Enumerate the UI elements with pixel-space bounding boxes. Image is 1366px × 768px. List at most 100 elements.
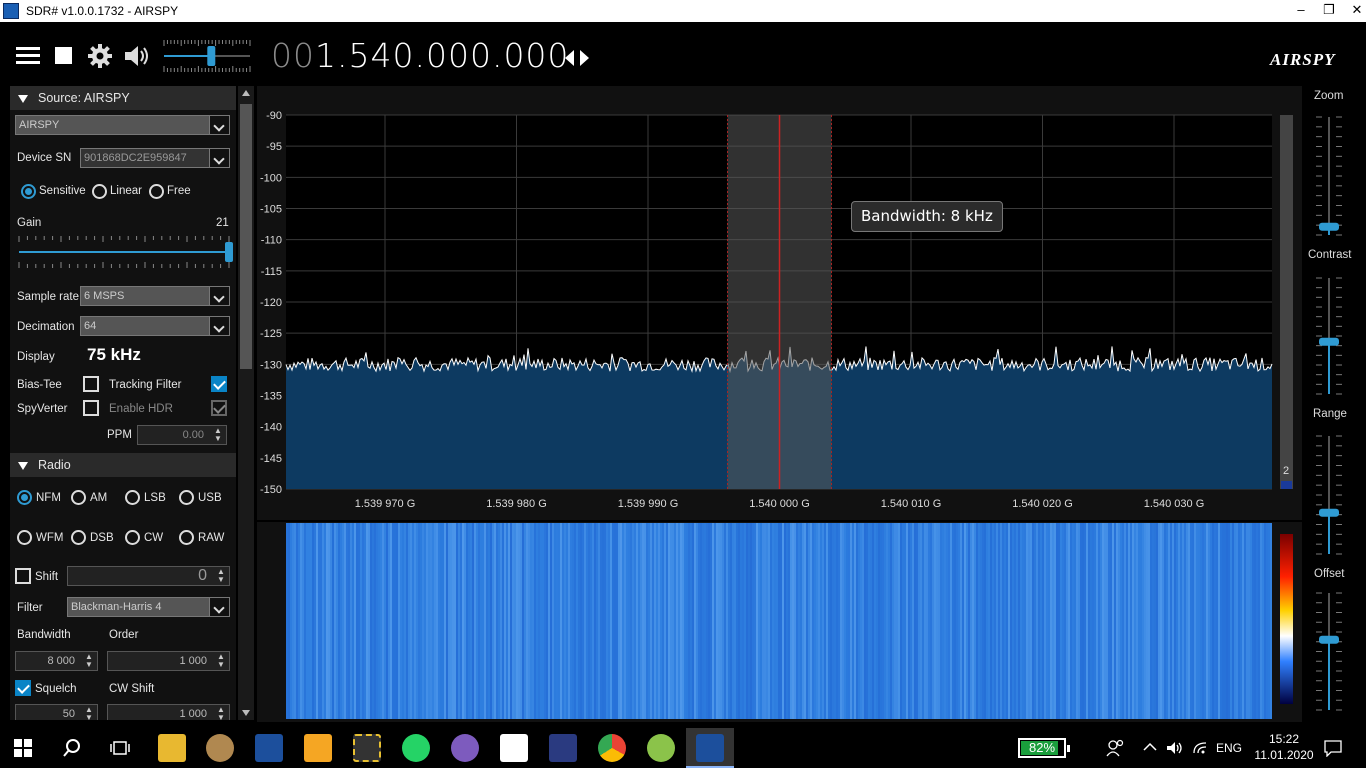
squelch-checkbox[interactable]	[15, 680, 31, 696]
bias-tee-checkbox[interactable]	[83, 376, 99, 392]
spin-arrows-icon[interactable]: ▲ ▼	[215, 706, 227, 721]
search-icon[interactable]	[62, 738, 82, 758]
cw-shift-stepper[interactable]: 1 000 ▲ ▼	[107, 704, 230, 720]
scrollbar-thumb[interactable]	[240, 104, 252, 369]
radio-raw[interactable]	[179, 530, 194, 545]
volume-slider[interactable]	[160, 38, 254, 74]
paint-icon[interactable]	[206, 734, 234, 762]
spin-arrows-icon[interactable]: ▲ ▼	[83, 706, 95, 721]
decimation-select[interactable]: 64	[80, 316, 230, 336]
range-slider[interactable]	[1314, 432, 1344, 558]
filter-select[interactable]: Blackman-Harris 4	[67, 597, 230, 617]
radio-am[interactable]	[71, 490, 86, 505]
spectrum-analyzer[interactable]: -90 -95 -100 -105 -110 -115 -120 -125 -130 -135 -1…	[257, 86, 1302, 520]
wifi-icon[interactable]	[1192, 739, 1210, 757]
sdrsharp-taskbar-button[interactable]	[686, 728, 734, 768]
panel-scrollbar[interactable]	[238, 86, 254, 720]
spin-arrows-icon[interactable]: ▲ ▼	[215, 653, 227, 669]
task-view-icon[interactable]	[110, 738, 130, 758]
enable-hdr-checkbox[interactable]	[211, 400, 227, 416]
spin-arrows-icon[interactable]: ▲ ▼	[212, 427, 224, 443]
zoom-slider[interactable]	[1314, 113, 1344, 239]
gain-slider[interactable]	[15, 234, 233, 270]
chevron-up-icon[interactable]	[1142, 739, 1158, 755]
battery-indicator[interactable]: 82%	[1018, 738, 1070, 758]
notifications-icon[interactable]	[1324, 739, 1342, 758]
radio-dsb[interactable]	[71, 530, 86, 545]
gear-icon[interactable]	[86, 42, 114, 70]
frequency-display[interactable]: 001.540.000.000	[271, 36, 569, 75]
waterfall-streak	[578, 523, 580, 719]
waterfall-streak	[676, 523, 678, 719]
tracking-filter-checkbox[interactable]	[211, 376, 227, 392]
whatsapp-icon[interactable]	[402, 734, 430, 762]
app-icon-red[interactable]	[500, 734, 528, 762]
stop-icon[interactable]	[50, 42, 78, 70]
radio-lsb[interactable]	[125, 490, 140, 505]
radio-linear[interactable]	[92, 184, 107, 199]
waterfall-streak	[812, 523, 814, 719]
app-icon-film[interactable]	[353, 734, 381, 762]
clock[interactable]: 15:22 11.01.2020	[1252, 732, 1316, 762]
device-sn-select[interactable]: 901868DC2E959847	[80, 148, 230, 168]
radio-nfm[interactable]	[17, 490, 32, 505]
waterfall-streak	[666, 523, 668, 719]
cw-shift-label: CW Shift	[109, 683, 155, 695]
waterfall-streak	[488, 523, 490, 719]
waterfall-streak	[364, 523, 366, 719]
spin-arrows-icon[interactable]: ▲ ▼	[83, 653, 95, 669]
waterfall-display[interactable]	[257, 522, 1302, 722]
radio-section-header[interactable]: Radio	[10, 453, 236, 477]
squelch-stepper[interactable]: 50 ▲ ▼	[15, 704, 98, 720]
windows-start-icon[interactable]	[14, 739, 32, 757]
waterfall-streak	[622, 523, 624, 719]
device-sn-label: Device SN	[17, 152, 72, 164]
chrome-icon[interactable]	[598, 734, 626, 762]
waterfall-streak	[538, 523, 540, 719]
language-indicator[interactable]: ENG	[1216, 741, 1242, 755]
waterfall-streak	[410, 523, 412, 719]
airspy-logo: AIRSPY	[1270, 50, 1336, 69]
people-icon[interactable]	[1106, 739, 1124, 757]
waterfall-streak	[694, 523, 696, 719]
minimize-button[interactable]: –	[1286, 0, 1316, 22]
order-stepper[interactable]: 1 000 ▲ ▼	[107, 651, 230, 671]
viber-icon[interactable]	[451, 734, 479, 762]
waterfall-streak	[630, 523, 632, 719]
waterfall-streak	[514, 523, 516, 719]
shift-stepper[interactable]: 0 ▲ ▼	[67, 566, 230, 586]
offset-slider[interactable]	[1314, 589, 1344, 714]
ppm-stepper[interactable]: 0.00 ▲ ▼	[137, 425, 227, 445]
sdrsharp-pinned-icon[interactable]	[255, 734, 283, 762]
waterfall-streak	[320, 523, 322, 719]
app-icon-orange[interactable]	[304, 734, 332, 762]
radio-usb[interactable]	[179, 490, 194, 505]
spin-arrows-icon[interactable]: ▲ ▼	[215, 568, 227, 584]
file-explorer-icon[interactable]	[158, 734, 186, 762]
waterfall-streak	[906, 523, 908, 719]
bandwidth-stepper[interactable]: 8 000 ▲ ▼	[15, 651, 98, 671]
waterfall-streak	[952, 523, 954, 719]
sample-rate-select[interactable]: 6 MSPS	[80, 286, 230, 306]
spyverter-checkbox[interactable]	[83, 400, 99, 416]
menu-icon[interactable]	[14, 42, 42, 70]
source-section-header[interactable]: Source: AIRSPY	[10, 86, 236, 110]
radio-cw[interactable]	[125, 530, 140, 545]
tune-arrows-icon[interactable]	[563, 48, 593, 68]
app-icon-green[interactable]	[647, 734, 675, 762]
close-button[interactable]: ✕	[1342, 0, 1366, 22]
radio-wfm[interactable]	[17, 530, 32, 545]
app-icon-blue[interactable]	[549, 734, 577, 762]
radio-free[interactable]	[149, 184, 164, 199]
contrast-slider[interactable]	[1314, 274, 1344, 398]
waterfall-streak	[886, 523, 888, 719]
device-select[interactable]: AIRSPY	[15, 115, 230, 135]
shift-checkbox[interactable]	[15, 568, 31, 584]
waterfall-streak	[1076, 523, 1078, 719]
speaker-icon[interactable]	[122, 42, 150, 70]
waterfall-streak	[324, 523, 326, 719]
restore-button[interactable]: ❐	[1314, 0, 1344, 22]
volume-icon[interactable]	[1166, 739, 1184, 757]
waterfall-streak	[1114, 523, 1116, 719]
radio-sensitive[interactable]	[21, 184, 36, 199]
